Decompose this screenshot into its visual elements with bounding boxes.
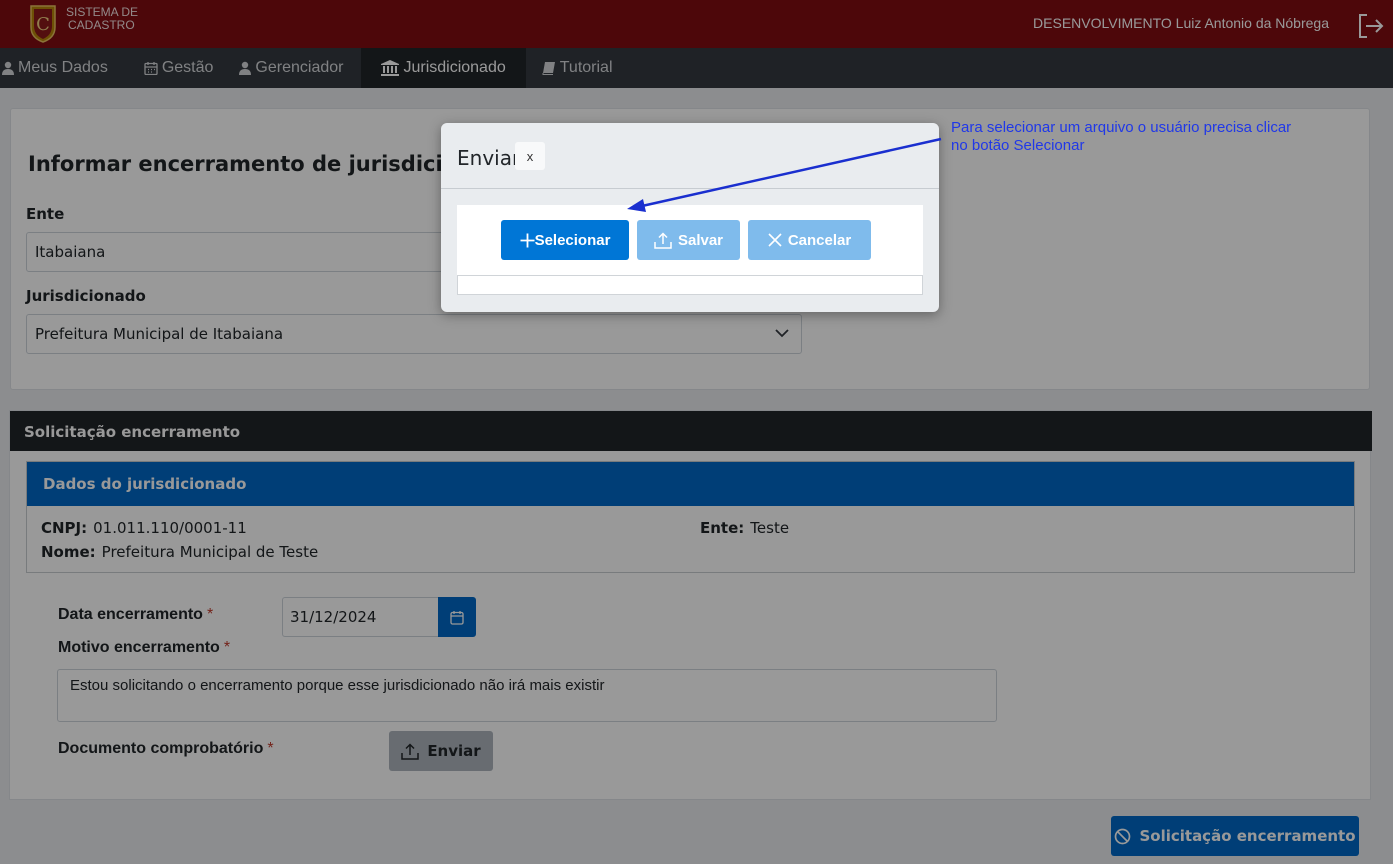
annotation-line2: no botão Selecionar: [951, 137, 1085, 154]
dialog-upload-body: Selecionar Salvar Cancelar: [457, 205, 923, 295]
dialog-close-button[interactable]: x: [515, 142, 545, 170]
salvar-button[interactable]: Salvar: [637, 220, 740, 260]
close-icon: [768, 233, 782, 247]
dialog-title: Enviar: [457, 146, 521, 170]
cancelar-button[interactable]: Cancelar: [748, 220, 871, 260]
button-label: Salvar: [677, 231, 724, 249]
dialog-divider: [441, 188, 939, 189]
upload-icon: [654, 231, 672, 249]
enviar-dialog: Enviar x Selecionar Salvar Cancelar: [441, 123, 939, 312]
annotation-text: Para selecionar um arquivo o usuário pre…: [951, 119, 1331, 155]
button-label: Selecionar: [534, 231, 611, 249]
selecionar-button[interactable]: Selecionar: [501, 220, 629, 260]
file-list-area: [457, 275, 923, 295]
button-label: Cancelar: [787, 231, 852, 249]
annotation-line1: Para selecionar um arquivo o usuário pre…: [951, 119, 1292, 136]
plus-icon: [520, 233, 535, 247]
